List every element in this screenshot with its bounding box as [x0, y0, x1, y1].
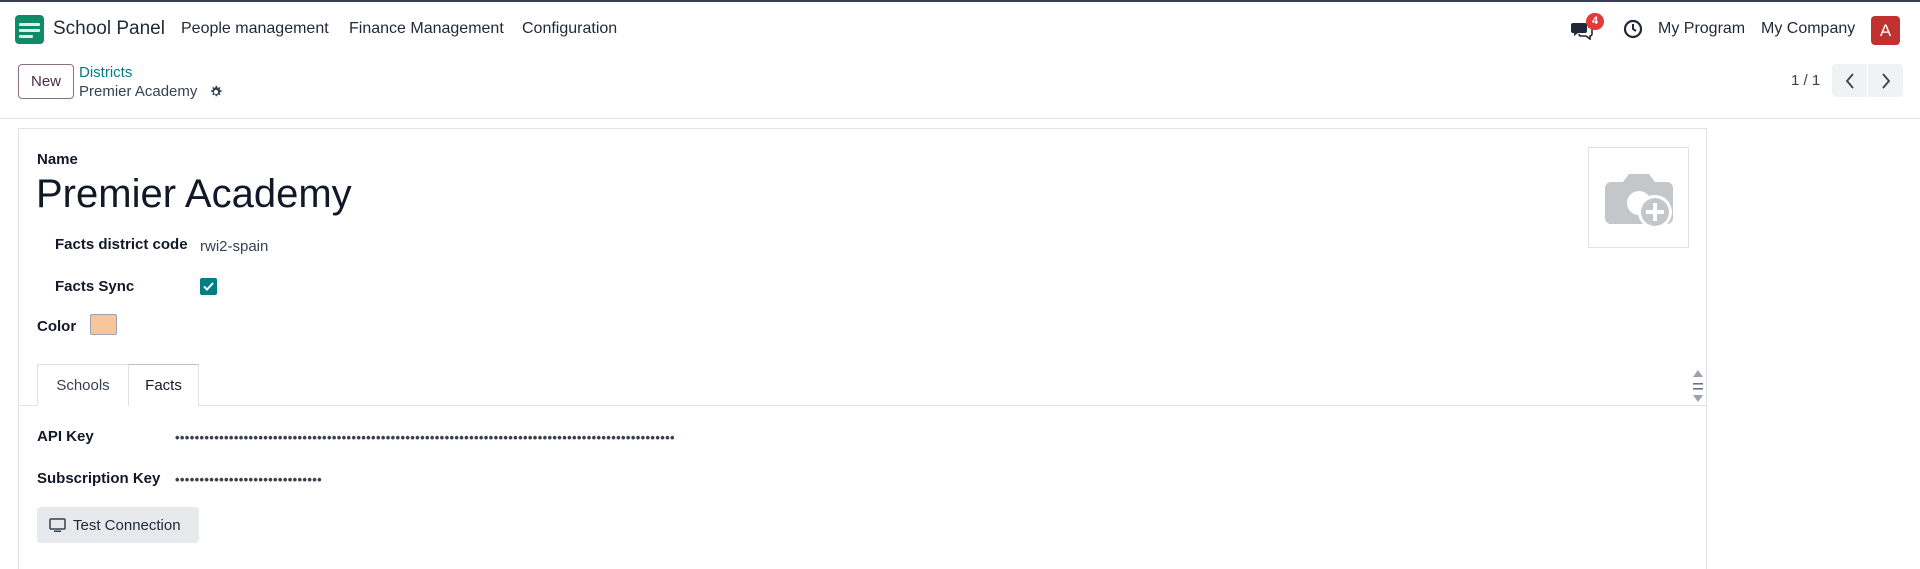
messages-badge: 4 — [1586, 13, 1604, 30]
name-field-value[interactable]: Premier Academy — [36, 172, 352, 217]
name-field-label: Name — [37, 151, 78, 168]
check-icon — [203, 282, 214, 291]
company-switcher[interactable]: My Company — [1761, 20, 1855, 38]
subscription-key-value[interactable]: •••••••••••••••••••••••••••••• — [175, 472, 385, 487]
new-button[interactable]: New — [18, 64, 74, 99]
color-swatch[interactable] — [90, 314, 117, 335]
menu-finance-management[interactable]: Finance Management — [349, 20, 504, 38]
test-connection-label: Test Connection — [73, 516, 181, 534]
chevron-left-icon — [1845, 72, 1854, 89]
menu-configuration[interactable]: Configuration — [522, 20, 617, 38]
image-upload[interactable] — [1588, 147, 1689, 248]
control-panel: New Districts Premier Academy 1 / 1 — [0, 56, 1920, 119]
app-logo-icon[interactable] — [15, 15, 44, 44]
scroll-handle-icon[interactable] — [1691, 366, 1705, 406]
app-name[interactable]: School Panel — [53, 18, 165, 40]
menu-people-management[interactable]: People management — [181, 20, 329, 38]
pager-previous-button[interactable] — [1832, 64, 1867, 97]
chevron-right-icon — [1881, 72, 1890, 89]
api-key-label: API Key — [37, 428, 94, 445]
breadcrumb-current-record: Premier Academy — [79, 83, 198, 100]
tabs-divider — [18, 405, 1707, 406]
clock-icon[interactable] — [1623, 19, 1643, 39]
pager-next-button[interactable] — [1868, 64, 1903, 97]
breadcrumb-districts[interactable]: Districts — [79, 64, 132, 81]
subscription-key-label: Subscription Key — [37, 470, 161, 487]
tab-facts[interactable]: Facts — [128, 364, 199, 407]
program-switcher[interactable]: My Program — [1658, 20, 1745, 38]
color-label: Color — [37, 318, 77, 335]
api-key-value[interactable]: ••••••••••••••••••••••••••••••••••••••••… — [175, 430, 865, 445]
gear-icon[interactable] — [209, 85, 223, 99]
facts-sync-label: Facts Sync — [55, 278, 135, 295]
facts-sync-checkbox[interactable] — [200, 278, 217, 295]
user-avatar[interactable]: A — [1871, 16, 1900, 45]
district-code-label: Facts district code — [55, 236, 188, 253]
district-code-value[interactable]: rwi2-spain — [200, 238, 268, 255]
camera-plus-icon — [1605, 174, 1673, 229]
top-navbar: School Panel People management Finance M… — [0, 0, 1920, 56]
tab-schools[interactable]: Schools — [37, 364, 128, 406]
monitor-icon — [49, 517, 66, 532]
test-connection-button[interactable]: Test Connection — [37, 507, 199, 543]
pager-value[interactable]: 1 / 1 — [1791, 72, 1820, 89]
